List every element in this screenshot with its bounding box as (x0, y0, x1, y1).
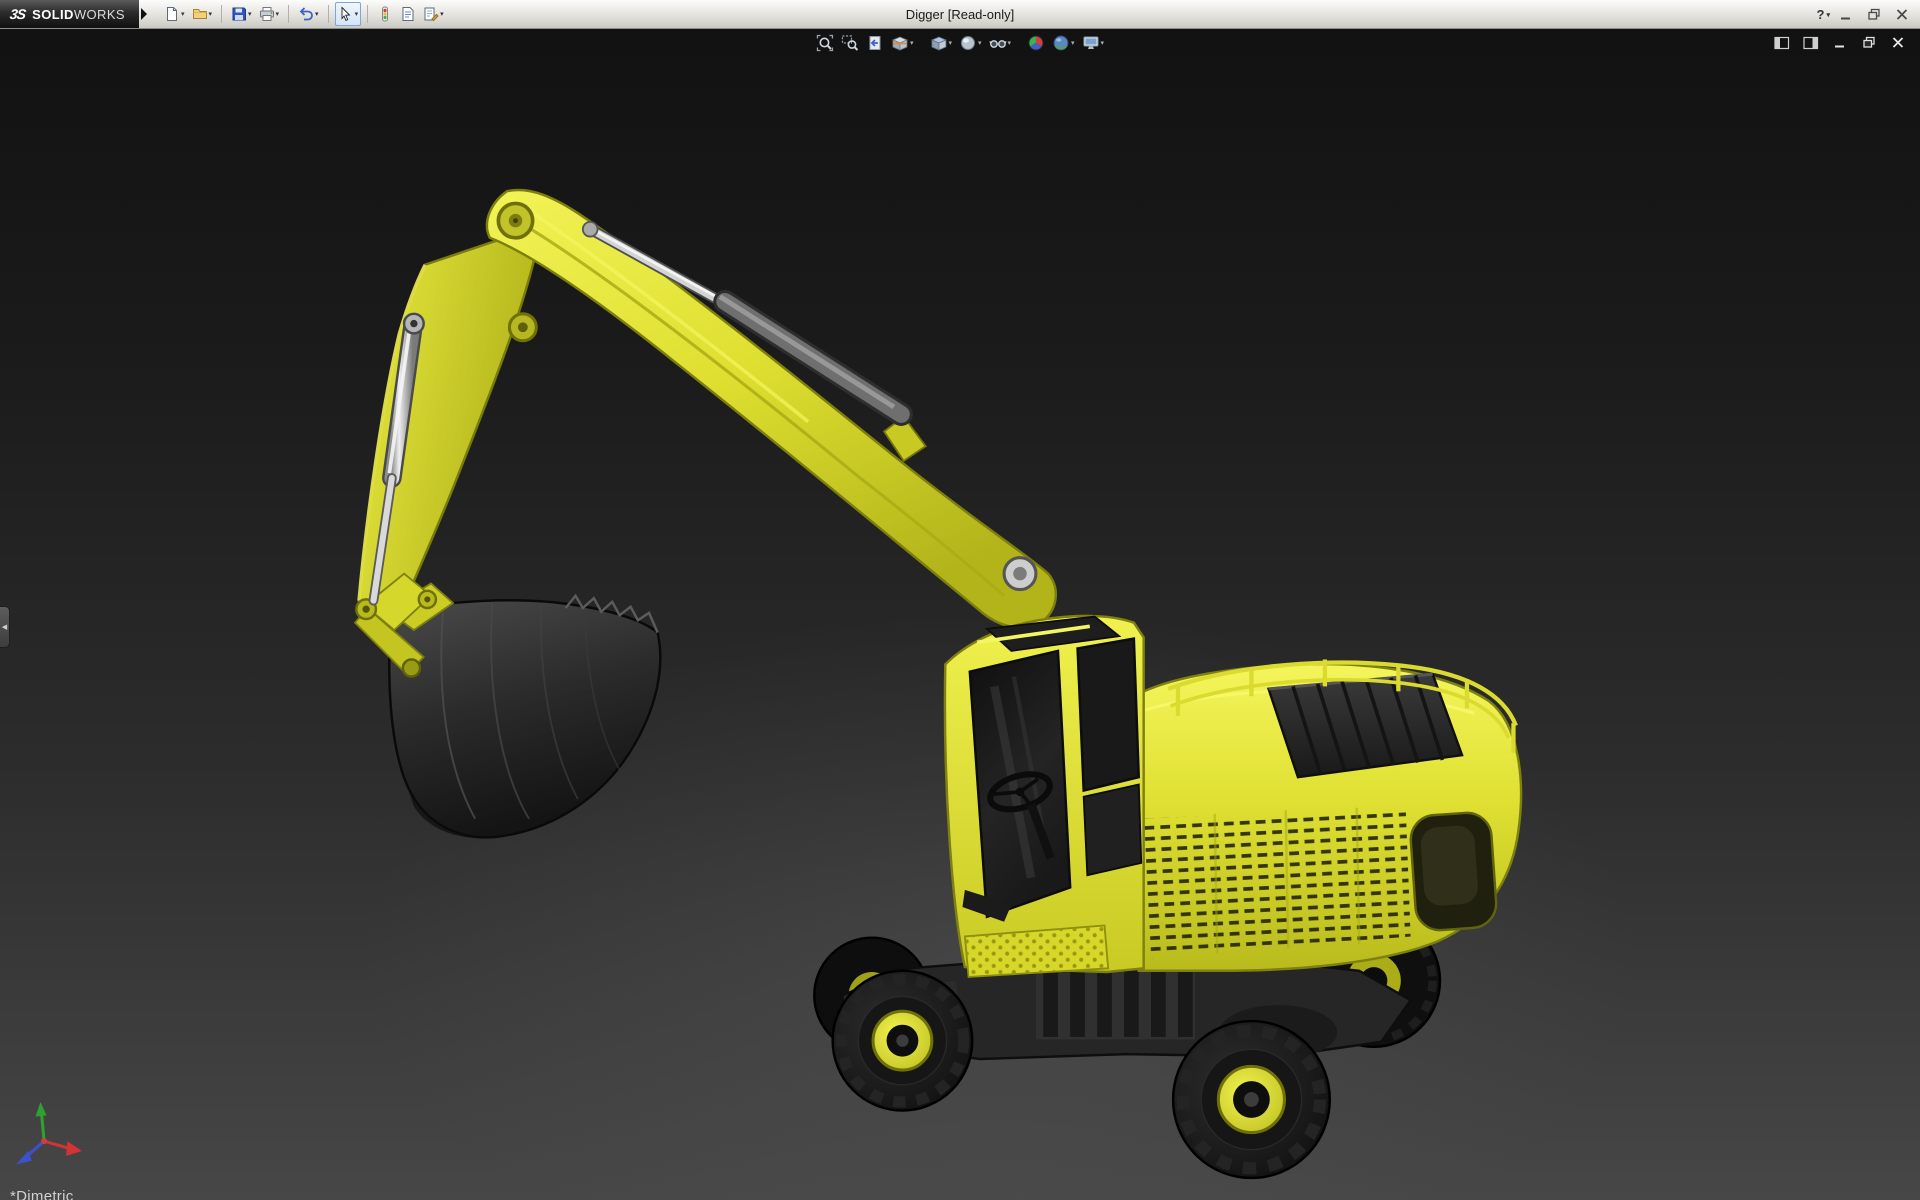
windshield (968, 649, 1072, 919)
toolbar-separator (288, 5, 290, 23)
orientation-triad[interactable] (15, 1101, 83, 1165)
view-settings-icon (1083, 36, 1099, 49)
stick-arm[interactable] (357, 223, 543, 617)
side-window (1076, 637, 1141, 793)
maximize-window-button[interactable] (1862, 4, 1886, 25)
minimize-document-button[interactable] (1830, 34, 1850, 51)
titlebar-right-controls: ? ▾ (1817, 0, 1914, 29)
wheel-rear-near[interactable] (1171, 1019, 1332, 1180)
print-button[interactable]: ▾ (256, 2, 283, 26)
dassault-3ds-mark: 3S (8, 6, 27, 22)
minimize-window-button[interactable] (1834, 4, 1858, 25)
brand-chevron (140, 8, 147, 20)
display-style-button[interactable]: ▾ (957, 33, 984, 53)
view-settings-button[interactable]: ▾ (1080, 33, 1107, 53)
document-window-controls (1772, 34, 1908, 51)
zoom-to-fit-button[interactable] (814, 33, 836, 53)
solidworks-logo: 3S SOLIDWORKS (0, 0, 139, 28)
close-document-button[interactable] (1888, 34, 1908, 51)
select-button[interactable]: ▾ (334, 2, 362, 26)
file-properties-button[interactable] (397, 2, 419, 26)
graphics-area[interactable]: ▾ ▾ ▾ ▾ ▾ ▾ ◀ *Dimetric (0, 0, 1920, 1200)
toolbar-separator (367, 5, 369, 23)
restore-window-icon (1868, 8, 1880, 20)
hide-show-items-button[interactable]: ▾ (987, 33, 1014, 53)
heads-up-view-toolbar: ▾ ▾ ▾ ▾ ▾ ▾ (814, 33, 1106, 53)
view-orientation-label: *Dimetric (10, 1188, 74, 1200)
pane-left-button[interactable] (1772, 34, 1792, 51)
pane-left-icon (1774, 36, 1790, 49)
featuremanager-collapse-tab[interactable]: ◀ (0, 606, 10, 648)
minimize-document-icon (1835, 45, 1844, 48)
restore-document-icon (1863, 36, 1875, 48)
options-button[interactable]: ▾ (420, 2, 447, 26)
new-document-icon (166, 7, 177, 21)
section-view-icon (891, 36, 908, 51)
view-orientation-button[interactable]: ▾ (927, 33, 954, 53)
edit-appearance-button[interactable] (1025, 33, 1047, 53)
previous-view-button[interactable] (864, 33, 886, 53)
undo-button[interactable]: ▾ (295, 2, 322, 26)
close-document-icon (1892, 37, 1904, 48)
eyeglasses-icon (988, 40, 1007, 48)
shaded-cube-icon (960, 36, 975, 50)
scene-sphere-icon (1053, 35, 1069, 51)
close-window-button[interactable] (1890, 4, 1914, 25)
solidworks-window: ▾ ▾ ▾ ▾ ▾ ▾ ◀ *Dimetric 3S SOLIDWORKS ▾ … (0, 0, 1920, 1200)
side-vents (1143, 806, 1411, 959)
rebuild-traffic-light-icon (382, 6, 389, 22)
previous-view-icon (869, 36, 881, 50)
main-boom[interactable] (485, 188, 1057, 629)
select-cursor-icon (341, 6, 351, 21)
apply-scene-button[interactable]: ▾ (1050, 33, 1077, 53)
upper-body[interactable] (1137, 659, 1523, 973)
zoom-to-area-button[interactable] (839, 33, 861, 53)
toolbar-separator (221, 5, 223, 23)
close-window-icon (1896, 9, 1908, 20)
pane-right-icon (1803, 36, 1819, 49)
titlebar: 3S SOLIDWORKS ▾ ▾ ▾ ▾ ▾ ▾ ▾ Digger [Read… (0, 0, 1920, 29)
help-label: ? (1816, 7, 1825, 22)
toolbar-separator (327, 5, 329, 23)
wheel-front-near[interactable] (831, 969, 974, 1112)
digger-model-render[interactable] (0, 0, 1920, 1200)
standard-toolbar: ▾ ▾ ▾ ▾ ▾ ▾ ▾ (161, 2, 447, 26)
side-window-lower (1082, 783, 1143, 877)
brand-wordmark: SOLIDWORKS (32, 6, 125, 22)
new-button[interactable]: ▾ (161, 2, 188, 26)
bucket[interactable] (385, 582, 662, 839)
chevron-down-icon: ▾ (1826, 11, 1830, 19)
open-folder-icon (192, 9, 207, 19)
section-view-button[interactable]: ▾ (889, 33, 916, 53)
minimize-window-icon (1841, 17, 1850, 20)
options-icon (424, 7, 439, 22)
cab[interactable] (943, 614, 1145, 974)
zoom-to-fit-icon (816, 34, 834, 52)
rgb-sphere-icon (1028, 35, 1044, 51)
save-icon (232, 7, 247, 21)
save-button[interactable]: ▾ (228, 2, 255, 26)
document-title: Digger [Read-only] (905, 7, 1015, 22)
help-button[interactable]: ? ▾ (1817, 7, 1830, 22)
excavator-model[interactable] (353, 188, 1523, 1180)
pane-right-button[interactable] (1801, 34, 1821, 51)
print-icon (259, 7, 274, 21)
open-button[interactable]: ▾ (189, 2, 216, 26)
undo-icon (299, 7, 313, 21)
zoom-to-area-icon (841, 35, 859, 51)
view-cube-icon (930, 36, 947, 51)
rebuild-button[interactable] (374, 2, 396, 26)
file-properties-icon (402, 7, 414, 21)
restore-document-button[interactable] (1859, 34, 1879, 51)
